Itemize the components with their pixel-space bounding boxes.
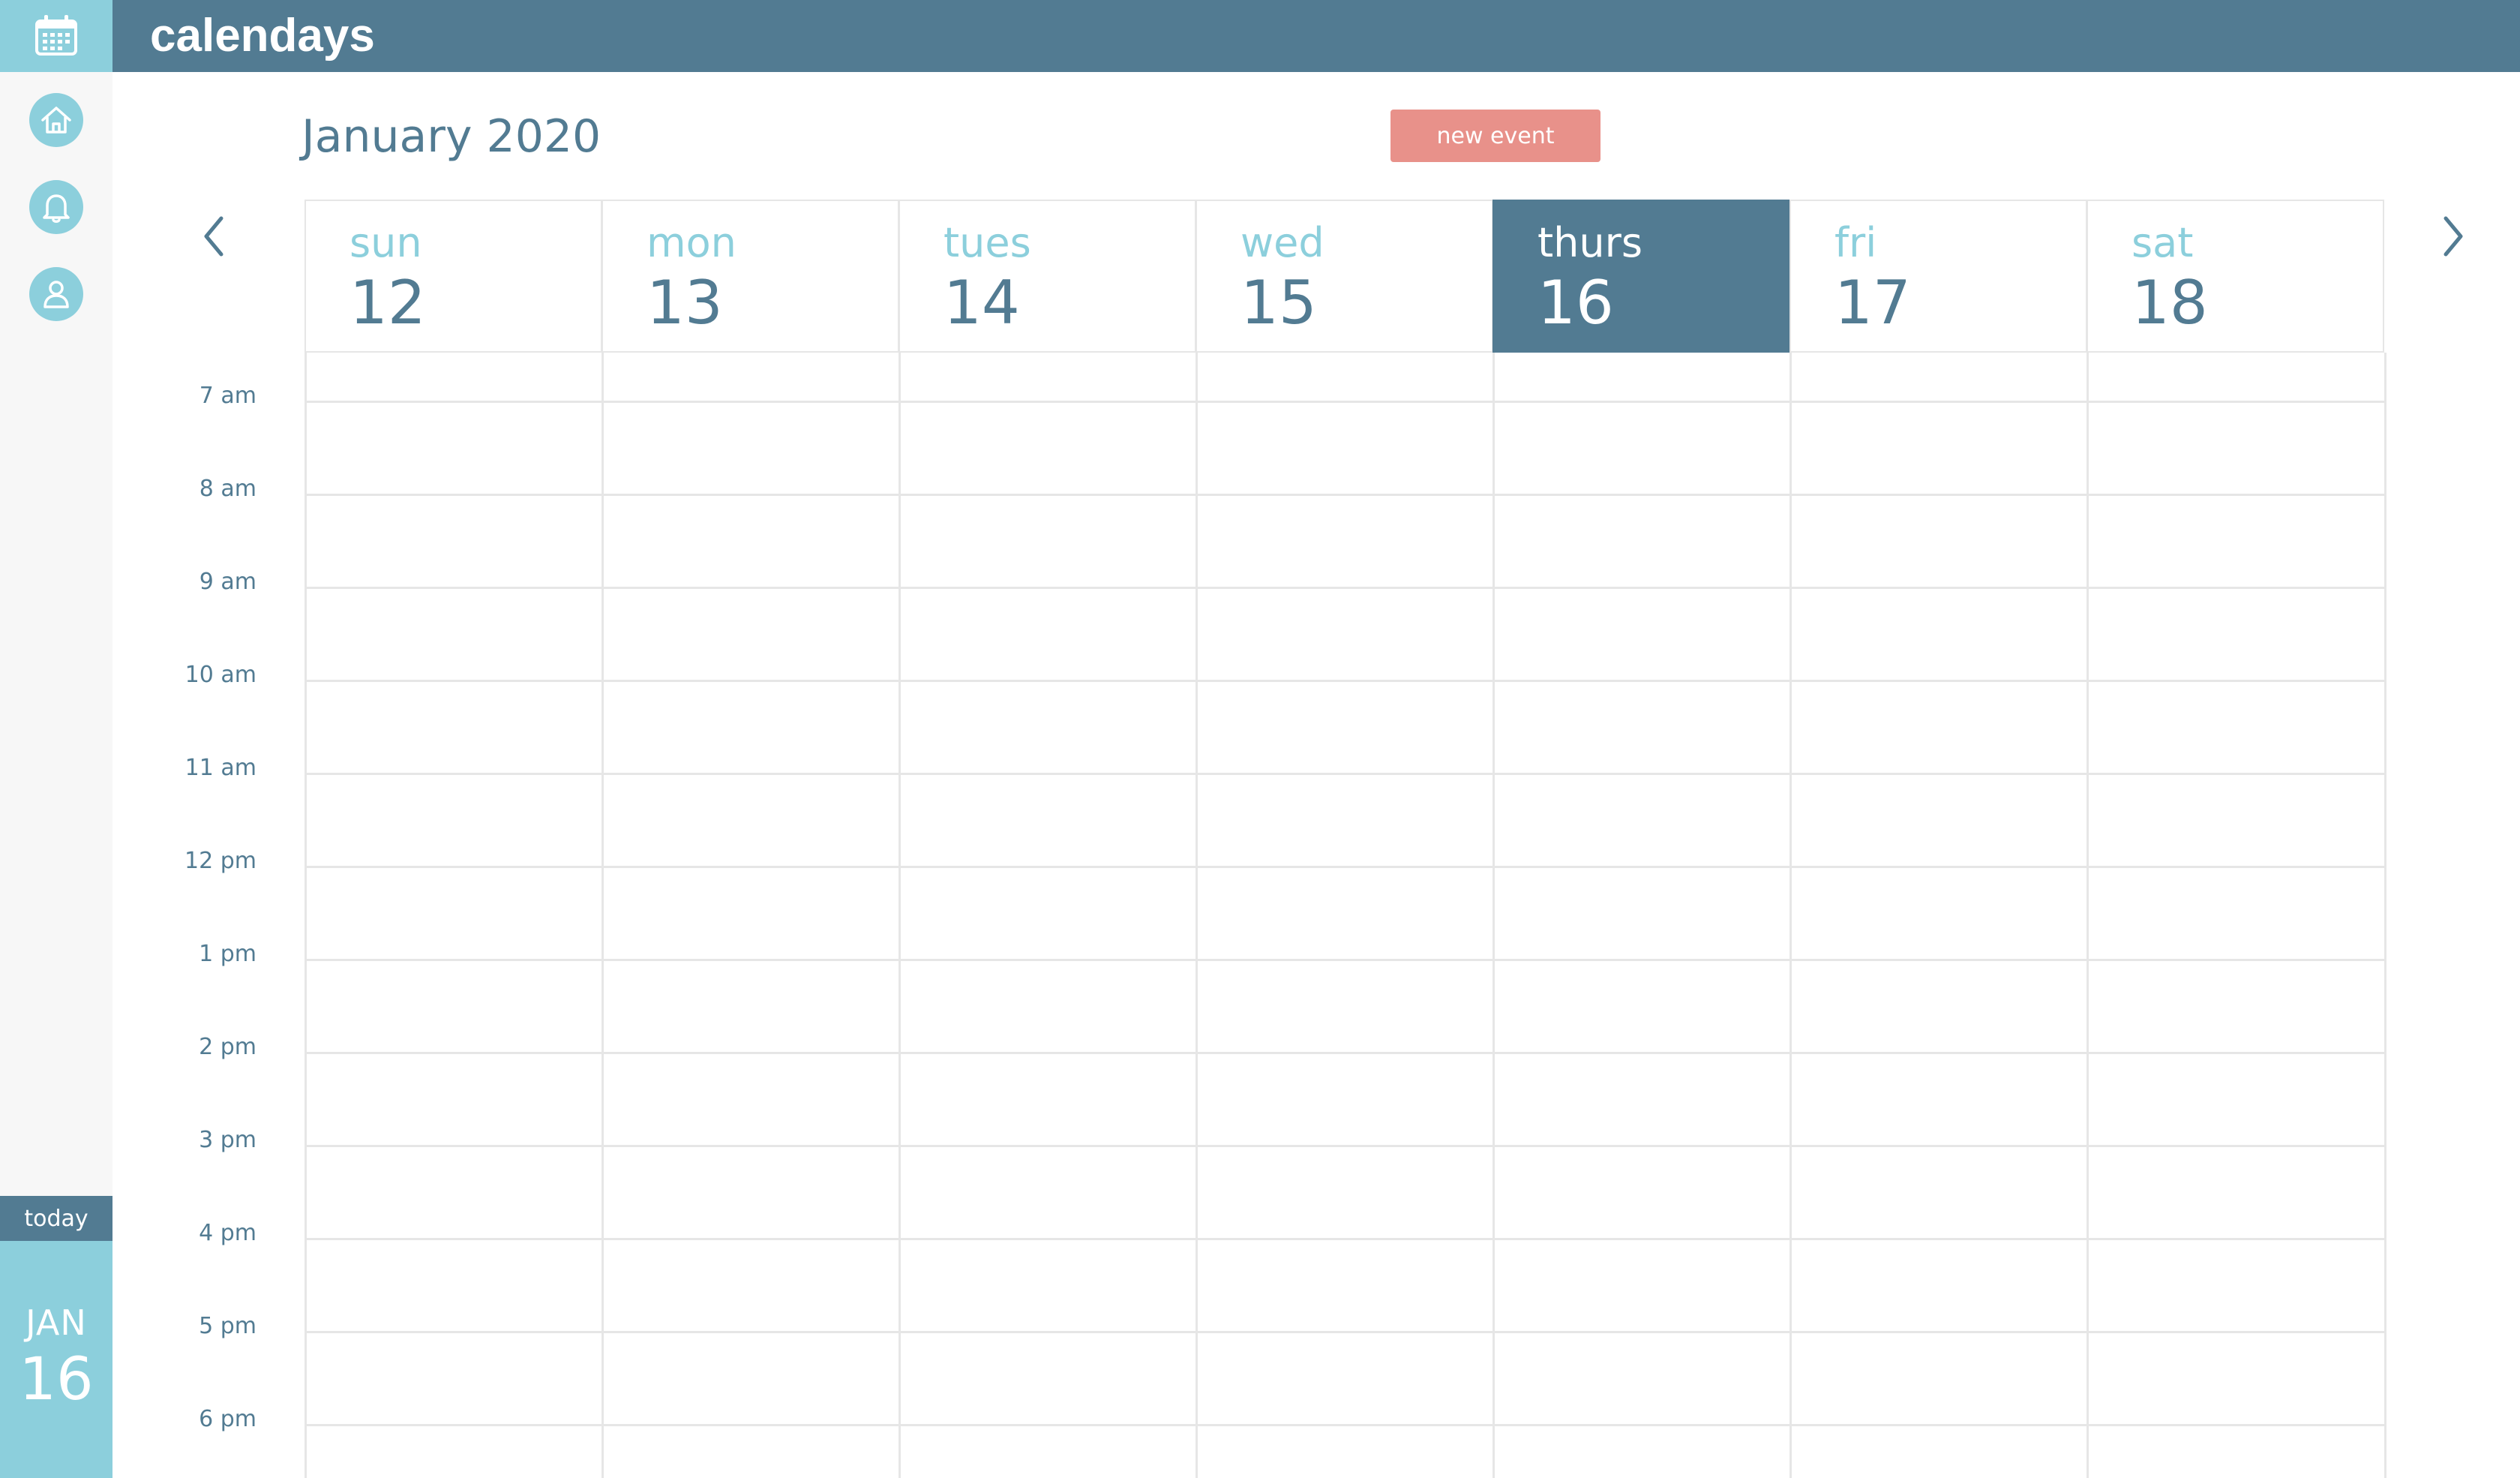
nav-notifications-button[interactable]: [29, 180, 83, 234]
week-calendar: sun 12 mon 13 tues 14 wed 15 thurs 16 fr…: [304, 200, 2386, 1478]
home-icon: [41, 107, 71, 134]
grid-column-line: [304, 353, 307, 1478]
day-number: 13: [646, 268, 723, 338]
grid-column-line: [2086, 353, 2089, 1478]
grid-column-line: [1790, 353, 1792, 1478]
day-header-thurs[interactable]: thurs 16: [1492, 200, 1790, 353]
day-number: 18: [2132, 268, 2208, 338]
day-name: mon: [646, 219, 736, 266]
day-header-tues[interactable]: tues 14: [898, 200, 1196, 353]
nav-profile-button[interactable]: [29, 267, 83, 321]
grid-row-line: [304, 866, 2386, 868]
time-label: 2 pm: [199, 1034, 256, 1060]
grid-column-line: [602, 353, 604, 1478]
day-number: 14: [944, 268, 1020, 338]
time-label: 9 am: [199, 569, 256, 595]
grid-row-line: [304, 680, 2386, 682]
calendar-icon: [35, 15, 77, 56]
nav-home-button[interactable]: [29, 93, 83, 147]
day-header-sun[interactable]: sun 12: [304, 200, 602, 353]
time-label: 8 am: [199, 476, 256, 502]
day-number: 12: [350, 268, 426, 338]
day-name: sat: [2132, 219, 2194, 266]
today-month: JAN: [26, 1302, 87, 1343]
month-title: January 2020: [302, 110, 602, 163]
day-name: tues: [944, 219, 1031, 266]
today-date-card: JAN 16: [0, 1241, 112, 1478]
next-week-button[interactable]: [2427, 210, 2480, 263]
bell-icon: [43, 194, 70, 223]
app-title: calendays: [150, 10, 375, 62]
grid-row-line: [304, 401, 2386, 403]
grid-row-line: [304, 1331, 2386, 1333]
day-name: fri: [1834, 219, 1877, 266]
chevron-left-icon: [204, 216, 224, 257]
day-name: wed: [1240, 219, 1324, 266]
grid-column-line: [1196, 353, 1198, 1478]
today-button[interactable]: today: [0, 1196, 112, 1241]
grid-column-line: [898, 353, 901, 1478]
day-number: 15: [1240, 268, 1317, 338]
grid-row-line: [304, 1238, 2386, 1240]
day-header-mon[interactable]: mon 13: [602, 200, 899, 353]
day-number: 17: [1834, 268, 1911, 338]
day-header-fri[interactable]: fri 17: [1790, 200, 2087, 353]
sidebar: today JAN 16: [0, 0, 112, 1478]
time-label: 4 pm: [199, 1220, 256, 1246]
grid-row-line: [304, 773, 2386, 775]
day-header-sat[interactable]: sat 18: [2086, 200, 2384, 353]
day-name: thurs: [1538, 219, 1642, 266]
grid-row-line: [304, 494, 2386, 496]
time-label: 3 pm: [199, 1127, 256, 1153]
app-logo[interactable]: [0, 0, 112, 72]
time-label: 7 am: [199, 383, 256, 409]
new-event-button[interactable]: new event: [1390, 110, 1600, 162]
prev-week-button[interactable]: [188, 210, 240, 263]
time-label: 1 pm: [199, 941, 256, 967]
day-header-wed[interactable]: wed 15: [1196, 200, 1493, 353]
top-bar: calendays: [112, 0, 2520, 72]
time-label: 10 am: [184, 662, 256, 688]
time-label: 5 pm: [199, 1313, 256, 1339]
grid-column-line: [1492, 353, 1495, 1478]
grid-row-line: [304, 587, 2386, 589]
grid-row-line: [304, 1052, 2386, 1054]
grid-row-line: [304, 1145, 2386, 1147]
grid-row-line: [304, 1424, 2386, 1426]
time-label: 6 pm: [199, 1406, 256, 1432]
time-label: 12 pm: [184, 848, 256, 874]
day-number: 16: [1538, 268, 1614, 338]
chevron-right-icon: [2444, 216, 2463, 257]
grid-row-line: [304, 959, 2386, 961]
user-icon: [44, 281, 69, 308]
grid-column-line: [2384, 353, 2386, 1478]
day-name: sun: [350, 219, 422, 266]
time-label: 11 am: [184, 755, 256, 781]
today-day: 16: [19, 1346, 94, 1413]
time-grid[interactable]: [304, 353, 2386, 1478]
